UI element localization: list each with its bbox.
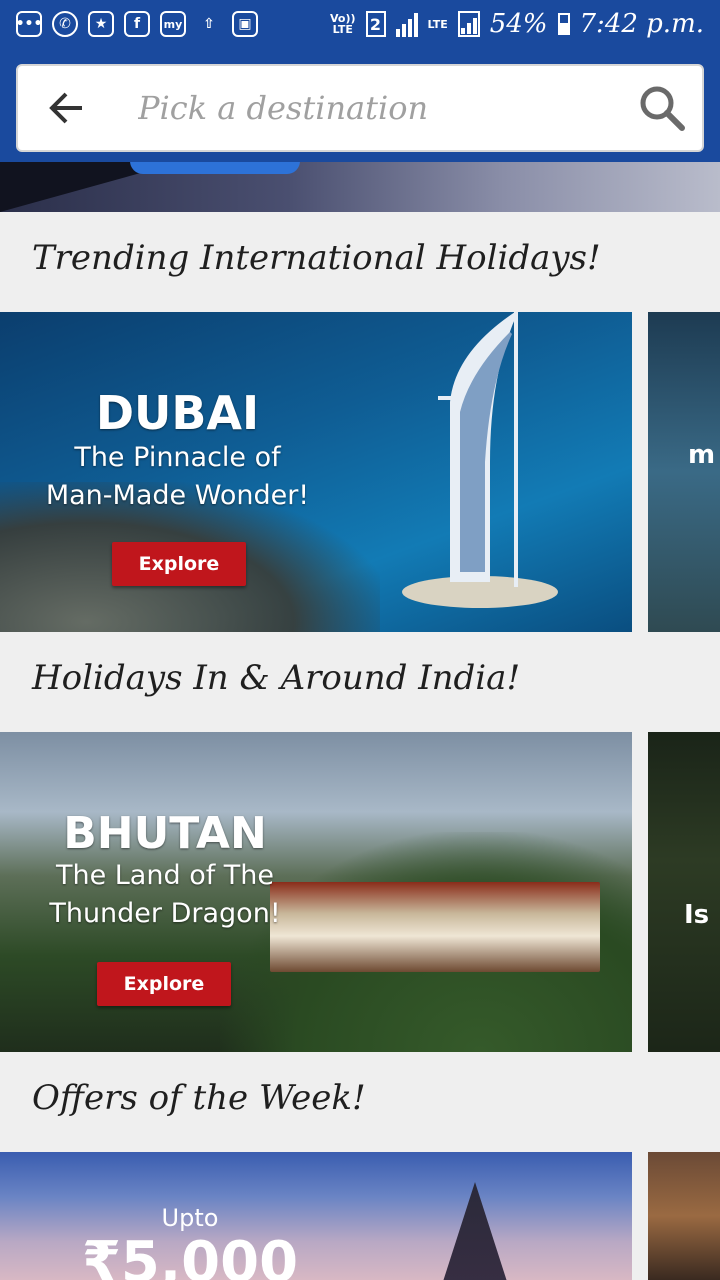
whatsapp-icon: ✆ xyxy=(52,11,78,37)
search-input[interactable] xyxy=(114,89,622,127)
battery-icon xyxy=(557,13,570,35)
volte-lte-label: LTE xyxy=(332,23,353,36)
section-title-offers: Offers of the Week! xyxy=(32,1078,366,1118)
volte-indicator: Vo)) LTE xyxy=(330,13,356,35)
card-heading: BHUTAN xyxy=(63,808,267,859)
upload-icon: ⇧ xyxy=(203,16,215,32)
card-subtitle-line2: Man-Made Wonder! xyxy=(45,480,310,511)
messages-icon: ••• xyxy=(16,11,42,37)
card-subtitle-line2: Thunder Dragon! xyxy=(49,898,281,929)
offer-upto: Upto xyxy=(161,1204,219,1232)
system-status: Vo)) LTE 2 LTE 54% 7:42 p.m. xyxy=(330,9,704,39)
status-bar: ••• ✆ ★ f my ⇧ ▣ Vo)) LTE 2 LTE 54% 7:42… xyxy=(0,0,720,48)
facebook-icon: f xyxy=(124,11,150,37)
gallery-icon: ▣ xyxy=(232,11,258,37)
lte-indicator: LTE xyxy=(427,17,448,31)
battery-percent: 54% xyxy=(489,9,548,39)
burj-al-arab-image xyxy=(402,312,558,608)
search-bar xyxy=(16,64,704,152)
clock: 7:42 p.m. xyxy=(579,9,704,39)
signal-icon xyxy=(395,11,418,37)
offer-amount: ₹5,000 xyxy=(81,1230,299,1280)
dubai-card[interactable]: DUBAI The Pinnacle of Man-Made Wonder! E… xyxy=(0,312,632,632)
card-heading: DUBAI xyxy=(95,386,260,440)
search-button[interactable] xyxy=(622,66,702,150)
bhutan-card[interactable]: BHUTAN The Land of The Thunder Dragon! E… xyxy=(0,732,632,1052)
peek-text: Is xyxy=(684,900,710,930)
section-title-india: Holidays In & Around India! xyxy=(32,658,521,698)
section-title-trending: Trending International Holidays! xyxy=(32,238,601,278)
peek-text: m xyxy=(688,440,716,470)
hero-banner[interactable] xyxy=(0,162,720,212)
sim-indicator: 2 xyxy=(365,11,386,37)
back-button[interactable] xyxy=(18,66,114,150)
my-app-icon: my xyxy=(160,11,186,37)
next-card-peek[interactable]: Is xyxy=(648,732,720,1052)
search-icon xyxy=(640,86,685,131)
card-subtitle-line1: The Pinnacle of xyxy=(74,442,281,473)
card-subtitle-line1: The Land of The xyxy=(55,860,275,891)
arrow-back-icon xyxy=(49,92,82,124)
notification-icons: ••• ✆ ★ f my ⇧ ▣ xyxy=(16,11,258,37)
signal-box-icon xyxy=(457,11,480,37)
next-card-peek[interactable] xyxy=(648,1152,720,1280)
next-card-peek[interactable]: m xyxy=(648,312,720,632)
star-app-icon: ★ xyxy=(88,11,114,37)
explore-button[interactable]: Explore xyxy=(97,962,231,1006)
explore-button[interactable]: Explore xyxy=(112,542,246,586)
offer-card[interactable]: Upto ₹5,000 xyxy=(0,1152,632,1280)
